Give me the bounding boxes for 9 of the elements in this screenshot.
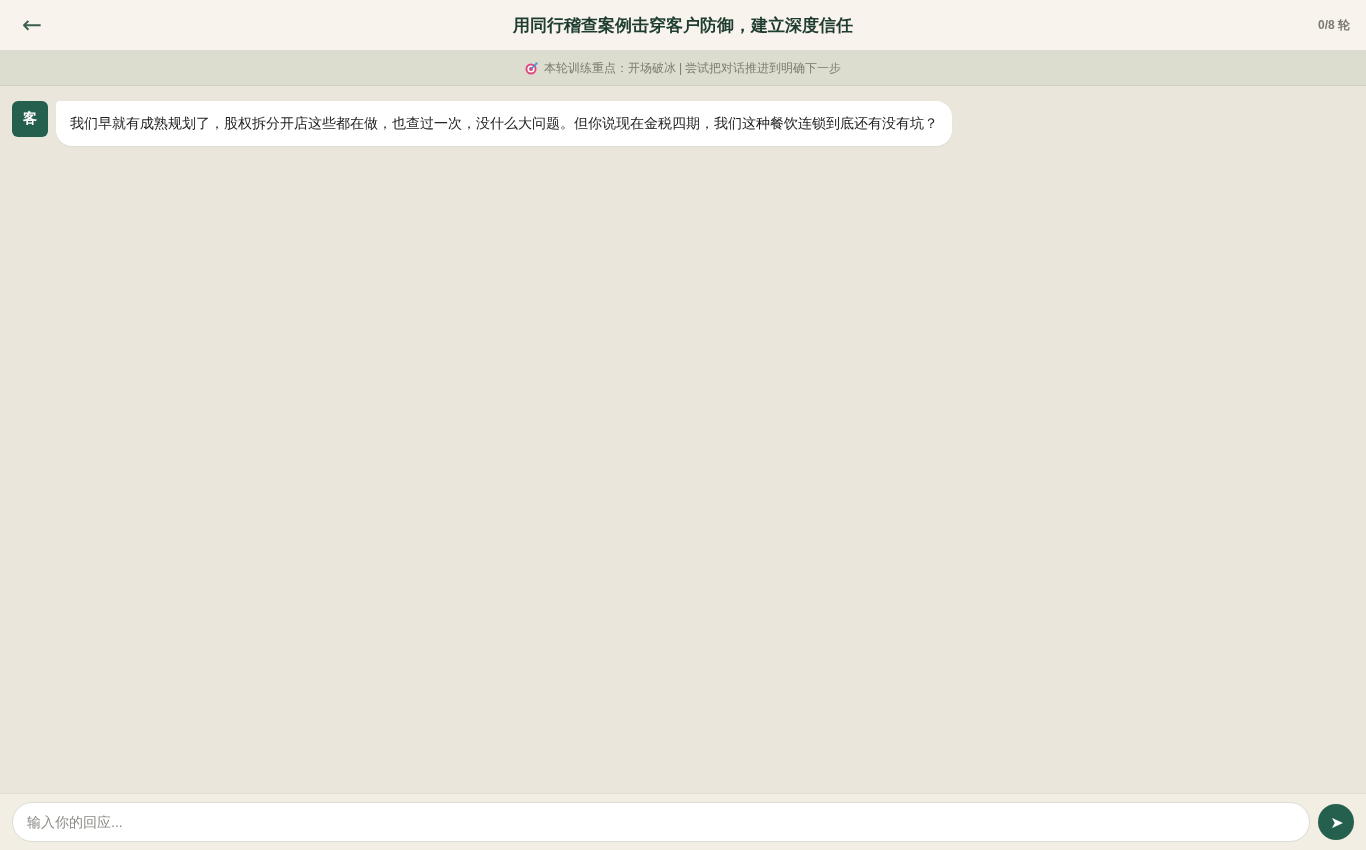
avatar: 客 <box>12 101 48 137</box>
back-button[interactable]: ← <box>16 11 49 39</box>
message-bubble: 我们早就有成熟规划了，股权拆分开店这些都在做，也查过一次，没什么大问题。但你说现在金税四期，我们这种餐饮连锁到底还有没有坑？ <box>56 101 952 146</box>
send-button[interactable]: ➤ <box>1318 804 1354 840</box>
focus-text: 本轮训练重点：开场破冰 | 尝试把对话推进到明确下一步 <box>543 59 842 77</box>
page-title: 用同行稽查案例击穿客户防御，建立深度信任 <box>513 14 853 37</box>
round-counter: 0/8 轮 <box>1318 16 1350 34</box>
reply-input[interactable]: 输入你的回应... <box>12 802 1310 842</box>
target-icon <box>524 61 538 75</box>
